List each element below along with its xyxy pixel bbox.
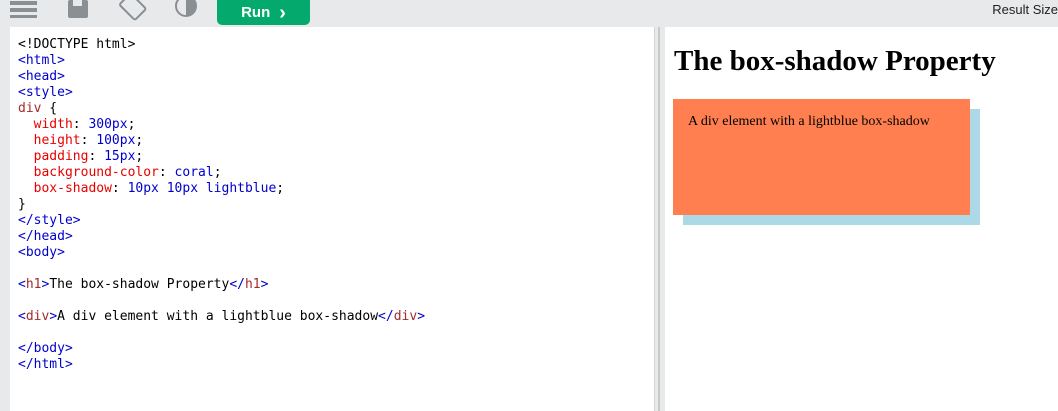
menu-icon[interactable] bbox=[10, 0, 37, 18]
code-tag: <head> bbox=[18, 69, 65, 84]
css-selector: div bbox=[18, 101, 42, 116]
css-property: padding bbox=[18, 149, 89, 164]
css-property: width bbox=[18, 117, 73, 132]
css-value: 300px bbox=[88, 117, 128, 132]
code-tag: </head> bbox=[18, 229, 73, 244]
code-tag-bracket: < bbox=[18, 309, 26, 324]
code-tag-name: h1 bbox=[25, 277, 42, 292]
code-tag-bracket: > bbox=[260, 277, 269, 292]
css-value: 10px 10px lightblue bbox=[127, 181, 277, 196]
css-property: height bbox=[18, 133, 81, 148]
code-tag: </body> bbox=[18, 341, 73, 356]
code-editor[interactable]: <!DOCTYPE html> <html> <head> <style> di… bbox=[10, 27, 655, 411]
css-property: box-shadow bbox=[18, 181, 112, 196]
code-tag: </html> bbox=[18, 357, 73, 372]
code-tag-name: div bbox=[25, 309, 50, 324]
save-icon[interactable] bbox=[68, 0, 88, 18]
contrast-icon[interactable] bbox=[175, 0, 197, 18]
pane-resize-handle[interactable] bbox=[656, 27, 665, 411]
code-tag-bracket: > bbox=[417, 309, 426, 324]
run-button[interactable]: Run › bbox=[217, 0, 310, 25]
code-tag-bracket: </ bbox=[229, 277, 245, 292]
code-tag: <body> bbox=[18, 245, 65, 260]
toolbar: Run › Result Size bbox=[0, 0, 1058, 27]
code-line: <!DOCTYPE html> bbox=[18, 37, 136, 52]
css-brace: } bbox=[18, 197, 26, 212]
css-value: 100px bbox=[96, 133, 136, 148]
css-property: background-color bbox=[18, 165, 159, 180]
code-tag-bracket: < bbox=[18, 277, 26, 292]
code-tag-name: div bbox=[393, 309, 418, 324]
code-tag-bracket: > bbox=[49, 309, 58, 324]
result-size-label[interactable]: Result Size bbox=[992, 2, 1058, 17]
code-tag-name: h1 bbox=[244, 277, 261, 292]
code-tag: </style> bbox=[18, 213, 81, 228]
css-brace: { bbox=[41, 101, 58, 116]
code-tag: <html> bbox=[18, 53, 65, 68]
code-text: <!DOCTYPE html> <html> <head> <style> di… bbox=[18, 37, 426, 372]
code-text-content: A div element with a lightblue box-shado… bbox=[57, 309, 379, 324]
code-tag-bracket: </ bbox=[378, 309, 394, 324]
rotate-icon[interactable] bbox=[117, 0, 147, 22]
code-text-content: The box-shadow Property bbox=[49, 277, 230, 292]
code-tag: <style> bbox=[18, 85, 73, 100]
result-shadow-box: A div element with a lightblue box-shado… bbox=[673, 99, 970, 215]
result-pane: The box-shadow Property A div element wi… bbox=[665, 27, 1058, 411]
css-value: coral bbox=[174, 165, 214, 180]
css-value: 15px bbox=[104, 149, 136, 164]
result-heading: The box-shadow Property bbox=[674, 45, 996, 77]
chevron-right-icon: › bbox=[279, 1, 286, 24]
run-label: Run bbox=[241, 4, 271, 21]
